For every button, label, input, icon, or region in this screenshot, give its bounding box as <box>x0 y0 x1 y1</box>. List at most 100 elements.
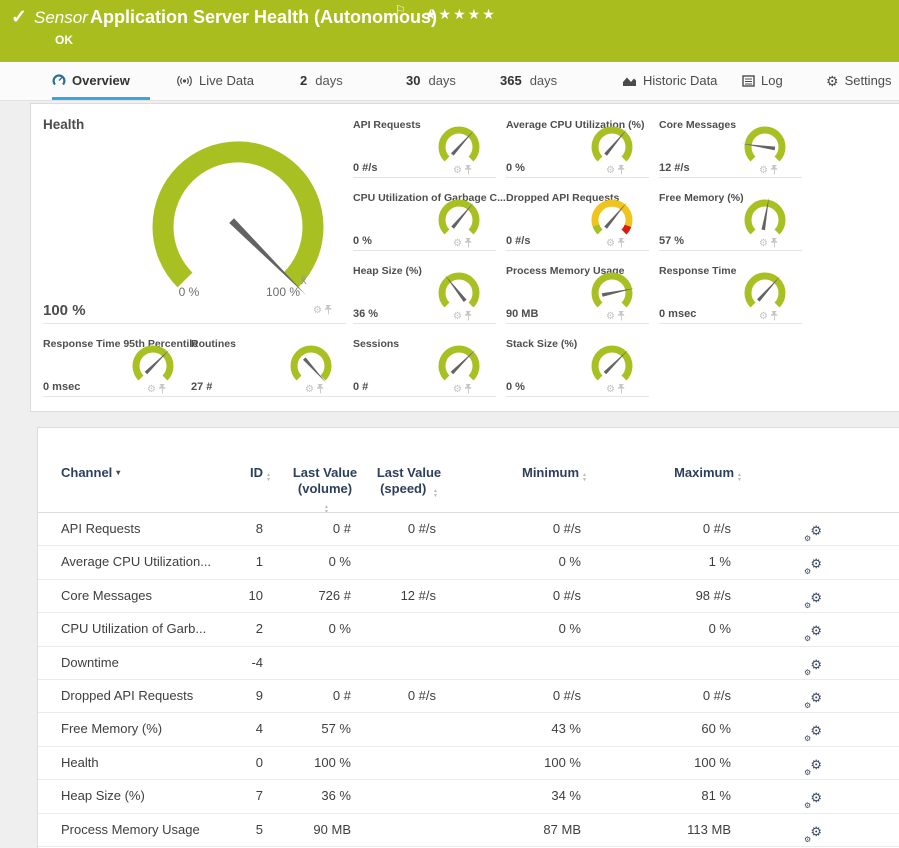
pin-icon[interactable] <box>770 311 779 322</box>
tab-historic-data[interactable]: Historic Data <box>622 62 717 99</box>
channel-row-heap-size[interactable]: Heap Size (%)736 %34 %81 %⚙⚙ <box>38 780 899 813</box>
pin-icon[interactable] <box>617 384 626 395</box>
tab-live-data[interactable]: Live Data <box>176 62 254 99</box>
channel-settings-gear-icon[interactable]: ⚙ <box>453 385 462 395</box>
channel-name[interactable]: Free Memory (%) <box>61 721 162 736</box>
channel-name[interactable]: API Requests <box>61 521 141 536</box>
pin-icon[interactable] <box>316 384 325 395</box>
pin-icon[interactable] <box>617 165 626 176</box>
channel-settings-gear-icon[interactable]: ⚙ <box>453 166 462 176</box>
mini-gauge <box>126 342 180 390</box>
maximum-value: 98 #/s <box>696 588 731 603</box>
channel-name[interactable]: Heap Size (%) <box>61 788 145 803</box>
channel-name[interactable]: Dropped API Requests <box>61 688 193 703</box>
tab-log[interactable]: Log <box>742 62 783 99</box>
channel-settings-gear-icon[interactable]: ⚙ <box>759 312 768 322</box>
tab-365-days[interactable]: 365days <box>500 62 557 99</box>
channel-row-health[interactable]: Health0100 %100 %100 %⚙⚙ <box>38 747 899 780</box>
gauge-tile-response-time[interactable]: Response Time0 msec⚙ <box>659 265 802 324</box>
channel-row-average-cpu-utilization[interactable]: Average CPU Utilization...10 %0 %1 %⚙⚙ <box>38 546 899 579</box>
column-header-minimum[interactable]: Minimum▲▼ <box>522 465 587 482</box>
gauge-tile-title: Response Time <box>659 265 736 277</box>
gauge-value: 36 % <box>353 308 378 320</box>
health-gauge <box>121 130 356 315</box>
channel-settings-gear-icon[interactable]: ⚙ <box>147 385 156 395</box>
channel-name[interactable]: Process Memory Usage <box>61 822 200 837</box>
channel-row-dropped-api-requests[interactable]: Dropped API Requests90 #0 #/s0 #/s0 #/s⚙… <box>38 680 899 713</box>
priority-stars[interactable]: ★★★★★ <box>424 6 497 23</box>
channel-row-downtime[interactable]: Downtime-4⚙⚙ <box>38 647 899 680</box>
pin-icon[interactable] <box>464 238 473 249</box>
tab-label: days <box>530 73 557 88</box>
column-header-maximum[interactable]: Maximum▲▼ <box>674 465 742 482</box>
pin-icon[interactable] <box>158 384 167 395</box>
channel-row-cpu-utilization-of-garb[interactable]: CPU Utilization of Garb...20 %0 %0 %⚙⚙ <box>38 613 899 646</box>
gauge-tile-average-cpu-utilization[interactable]: Average CPU Utilization (%)0 %⚙ <box>506 119 649 178</box>
channel-row-core-messages[interactable]: Core Messages10726 #12 #/s0 #/s98 #/s⚙⚙ <box>38 580 899 613</box>
tab-overview[interactable]: Overview <box>52 62 130 99</box>
channel-settings-gear-icon[interactable]: ⚙ <box>453 239 462 249</box>
pin-icon[interactable] <box>770 238 779 249</box>
gauge-tile-actions: ⚙ <box>305 384 325 395</box>
last-value-speed: 0 #/s <box>408 688 436 703</box>
gauge-tile-title: API Requests <box>353 119 421 131</box>
channel-row-api-requests[interactable]: API Requests80 #0 #/s0 #/s0 #/s⚙⚙ <box>38 513 899 546</box>
gauge-tile-health[interactable]: 0 % 100 % 100 % x̄ ⚙ <box>43 119 346 324</box>
gauge-tile-api-requests[interactable]: API Requests0 #/s⚙ <box>353 119 496 178</box>
prtg-sensor-page: ✓ Sensor Application Server Health (Auto… <box>0 0 899 848</box>
channel-id: 5 <box>256 822 263 837</box>
pin-icon[interactable] <box>617 238 626 249</box>
pin-icon[interactable] <box>617 311 626 322</box>
channel-settings-gear-icon[interactable]: ⚙ <box>606 312 615 322</box>
channel-settings-gear-icon[interactable]: ⚙ <box>453 312 462 322</box>
channel-settings-gear-icon[interactable]: ⚙ <box>759 239 768 249</box>
pin-icon[interactable] <box>324 305 333 316</box>
tab-settings[interactable]: ⚙ Settings <box>826 62 892 99</box>
last-value-speed: 12 #/s <box>401 588 436 603</box>
channel-row-process-memory-usage[interactable]: Process Memory Usage590 MB87 MB113 MB⚙⚙ <box>38 814 899 847</box>
gauge-tile-sessions[interactable]: Sessions0 #⚙ <box>353 338 496 397</box>
pin-icon[interactable] <box>464 384 473 395</box>
gauge-tile-process-memory-usage[interactable]: Process Memory Usage90 MB⚙ <box>506 265 649 324</box>
gauge-value: 0 msec <box>43 381 80 393</box>
gauge-value: 0 #/s <box>506 235 530 247</box>
channel-settings-gear-icon[interactable]: ⚙ <box>305 385 314 395</box>
channel-table-panel: Channel▾ID▲▼Last Value(volume)▲▼Last Val… <box>37 427 899 848</box>
pin-icon[interactable] <box>464 165 473 176</box>
channel-settings-gear-icon[interactable]: ⚙ <box>606 239 615 249</box>
last-value-volume: 0 % <box>329 554 351 569</box>
maximum-value: 0 #/s <box>703 688 731 703</box>
gauge-tile-heap-size[interactable]: Heap Size (%)36 %⚙ <box>353 265 496 324</box>
channel-name[interactable]: Average CPU Utilization... <box>61 554 211 569</box>
channel-name[interactable]: Health <box>61 755 99 770</box>
column-header-last-value-speed[interactable]: Last Value(speed) ▲▼ <box>349 465 469 498</box>
gear-icon: ⚙ <box>826 74 839 88</box>
tab-2-days[interactable]: 2days <box>300 62 343 99</box>
tab-30-days[interactable]: 30days <box>406 62 456 99</box>
channel-settings-gear-icon[interactable]: ⚙ <box>606 385 615 395</box>
gauge-value: 90 MB <box>506 308 538 320</box>
pin-icon[interactable] <box>464 311 473 322</box>
maximum-value: 0 #/s <box>703 521 731 536</box>
gauge-tile-response-time-95th-percentile[interactable]: Response Time 95th Percentile0 msec⚙ <box>43 338 191 397</box>
gauge-tile-core-messages[interactable]: Core Messages12 #/s⚙ <box>659 119 802 178</box>
channel-name[interactable]: CPU Utilization of Garb... <box>61 621 206 636</box>
channel-settings-gear-icon[interactable]: ⚙ <box>313 306 322 316</box>
flag-icon[interactable]: ⚐ <box>395 3 406 17</box>
channel-name[interactable]: Core Messages <box>61 588 152 603</box>
channel-settings-gear-icon[interactable]: ⚙ <box>606 166 615 176</box>
gauge-tile-cpu-utilization-of-garbage-c[interactable]: CPU Utilization of Garbage C...0 %⚙ <box>353 192 496 251</box>
gauge-tile-stack-size[interactable]: Stack Size (%)0 %⚙ <box>506 338 649 397</box>
gauge-icon <box>52 74 66 87</box>
gauge-tile-dropped-api-requests[interactable]: Dropped API Requests0 #/s⚙ <box>506 192 649 251</box>
maximum-value: 1 % <box>709 554 731 569</box>
channel-row-free-memory[interactable]: Free Memory (%)457 %43 %60 %⚙⚙ <box>38 713 899 746</box>
channel-name[interactable]: Downtime <box>61 655 119 670</box>
pin-icon[interactable] <box>770 165 779 176</box>
gauge-tile-routines[interactable]: Routines27 #⚙ <box>191 338 353 397</box>
tab-label: Settings <box>845 73 892 88</box>
gauge-tile-free-memory[interactable]: Free Memory (%)57 %⚙ <box>659 192 802 251</box>
column-header-channel[interactable]: Channel▾ <box>61 465 120 480</box>
channel-id: 10 <box>249 588 263 603</box>
channel-settings-gear-icon[interactable]: ⚙ <box>759 166 768 176</box>
